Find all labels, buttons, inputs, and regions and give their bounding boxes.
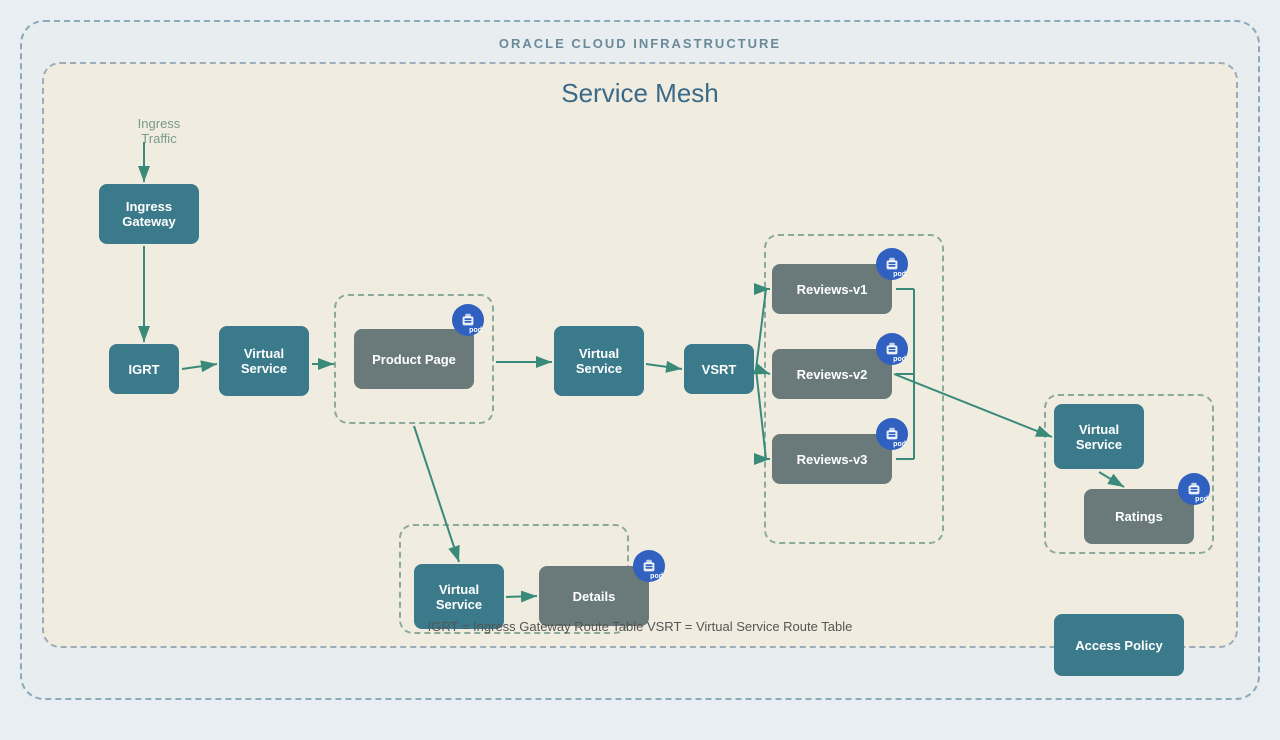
product-page-pod-icon: pod (452, 304, 484, 336)
ingress-traffic-label: IngressTraffic (124, 116, 194, 146)
reviews-v1-pod: pod (876, 248, 908, 280)
legend: IGRT = Ingress Gateway Route Table VSRT … (44, 619, 1236, 634)
vsrt-node: VSRT (684, 344, 754, 394)
reviews-v2-node: Reviews-v2 pod (772, 349, 892, 399)
oci-container: ORACLE CLOUD INFRASTRUCTURE Service Mesh… (20, 20, 1260, 700)
oci-label: ORACLE CLOUD INFRASTRUCTURE (22, 22, 1258, 51)
product-page-container: Product Page pod (334, 294, 494, 424)
reviews-v1-node: Reviews-v1 pod (772, 264, 892, 314)
ratings-pod: pod (1178, 473, 1210, 505)
igrt-node: IGRT (109, 344, 179, 394)
virtual-service-ratings-node: VirtualService (1054, 404, 1144, 469)
virtual-service-1-node: VirtualService (219, 326, 309, 396)
reviews-v3-node: Reviews-v3 pod (772, 434, 892, 484)
service-mesh-container: Service Mesh IngressTraffic Ingress Gate… (42, 62, 1238, 648)
details-node: Details pod (539, 566, 649, 626)
reviews-v3-pod: pod (876, 418, 908, 450)
details-pod: pod (633, 550, 665, 582)
product-page-node: Product Page (354, 329, 474, 389)
reviews-v2-pod: pod (876, 333, 908, 365)
ratings-node: Ratings pod (1084, 489, 1194, 544)
virtual-service-2-node: VirtualService (554, 326, 644, 396)
service-mesh-title: Service Mesh (44, 64, 1236, 109)
ingress-gateway-node: Ingress Gateway (99, 184, 199, 244)
